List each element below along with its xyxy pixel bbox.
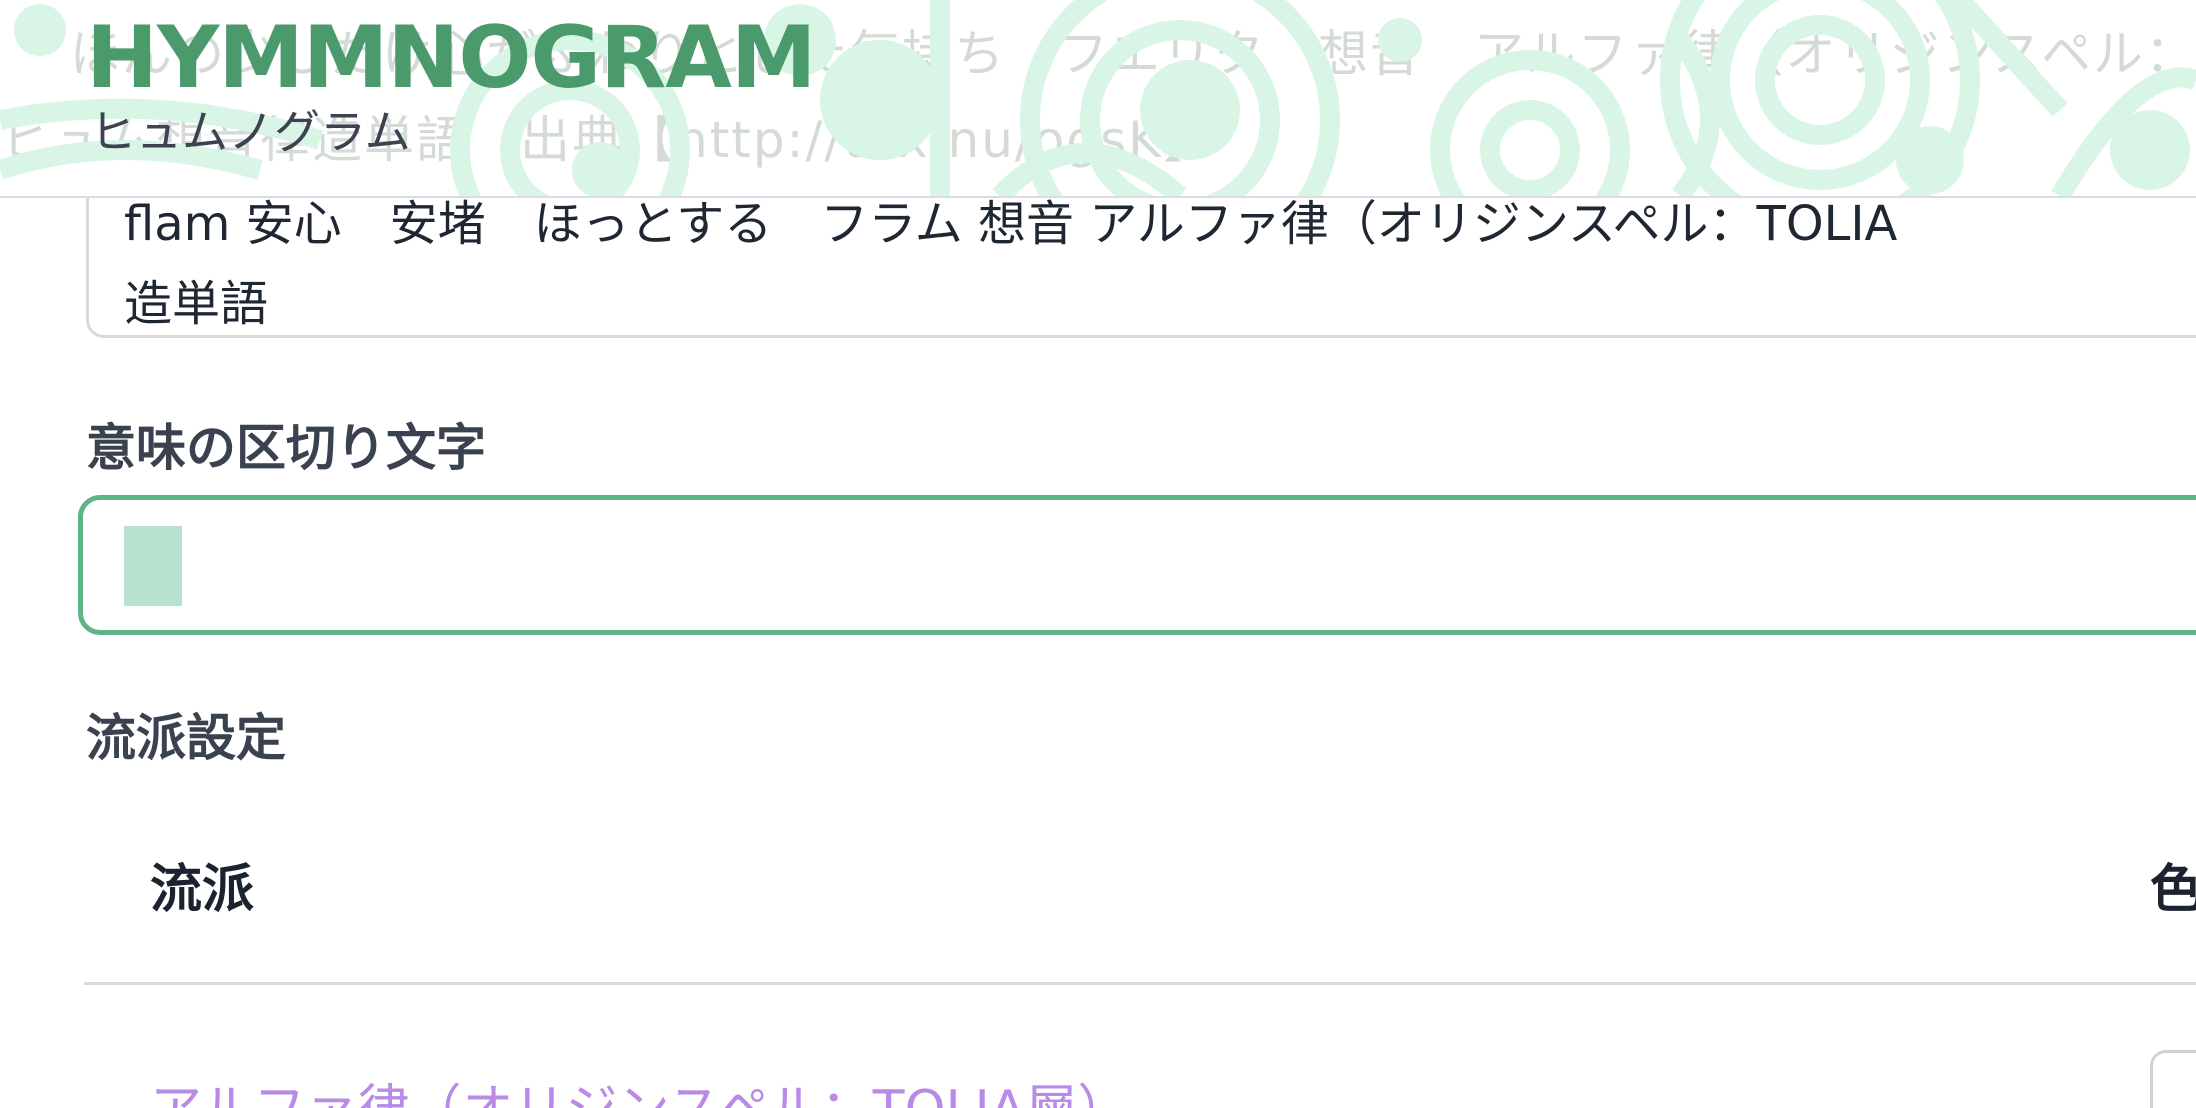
style-settings-label: 流派設定 — [86, 709, 286, 767]
style-color-picker[interactable] — [2150, 1050, 2196, 1108]
table-header-style: 流派 — [150, 860, 255, 920]
table-header-color: 色 — [2150, 860, 2196, 920]
text-caret — [124, 526, 182, 606]
app-logo[interactable]: HYMMNOGRAM — [86, 8, 816, 108]
separator-input[interactable] — [78, 495, 2196, 635]
app-header: ほんの少しだけ心がふわりとした気持ち フエリタ 想音 アルファ律（オリジンスペル… — [0, 0, 2196, 198]
page: ほんの少しだけ心がふわりとした気持ち フエリタ 想音 アルファ律（オリジンスペル… — [0, 0, 2196, 1108]
app-logo-subtitle: ヒュムノグラム — [90, 105, 411, 159]
textarea-line-2: 造単語 — [124, 276, 269, 332]
table-divider — [84, 982, 2196, 985]
word-definition-text: flam 安心 安堵 ほっとする フラム 想音 アルファ律（オリジンスペル：TO… — [124, 184, 2196, 344]
separator-label: 意味の区切り文字 — [86, 419, 486, 477]
style-row-name-link[interactable]: アルファ律（オリジンスペル：TOLIA層） — [150, 1075, 1129, 1108]
